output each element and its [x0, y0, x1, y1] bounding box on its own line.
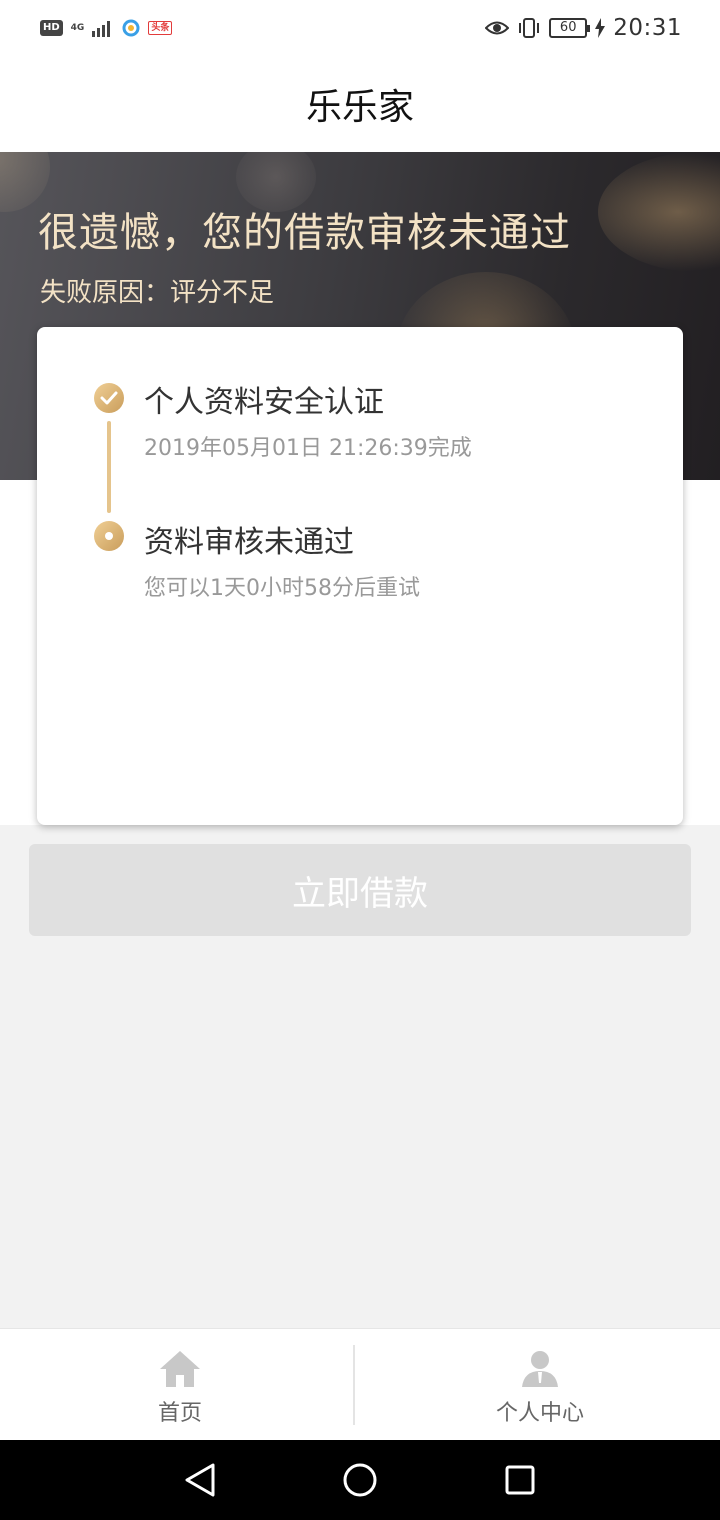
- person-icon: [522, 1351, 558, 1387]
- signal-icon: [92, 21, 111, 37]
- app-screen: HD 4G 头条 60 20:31 乐乐家 很遗憾，您的借款审核未通过 失败原因…: [0, 0, 720, 1520]
- status-bar: HD 4G 头条 60 20:31: [0, 0, 720, 56]
- bottom-tab-bar: 首页 个人中心: [0, 1328, 720, 1440]
- back-triangle-icon: [185, 1463, 215, 1497]
- progress-card: 个人资料安全认证 2019年05月01日 21:26:39完成 资料审核未通过 …: [37, 327, 683, 825]
- system-nav-bar: [0, 1440, 720, 1520]
- failure-reason: 失败原因：评分不足: [40, 278, 275, 308]
- status-left: HD 4G 头条: [40, 19, 173, 37]
- news-app-icon: 头条: [148, 21, 173, 35]
- browser-app-icon: [122, 19, 140, 37]
- battery-indicator: 60: [549, 18, 591, 38]
- step-connector: [107, 421, 111, 513]
- vibrate-icon: [519, 18, 540, 38]
- recents-square-icon: [505, 1465, 535, 1495]
- borrow-now-button[interactable]: 立即借款: [29, 844, 691, 936]
- home-circle-icon: [343, 1463, 377, 1497]
- tab-home[interactable]: 首页: [0, 1329, 360, 1440]
- tab-label: 个人中心: [495, 1401, 584, 1426]
- home-icon: [160, 1351, 200, 1387]
- hd-badge: HD: [40, 20, 63, 36]
- step-title: 个人资料安全认证: [144, 385, 384, 420]
- result-title: 很遗憾，您的借款审核未通过: [38, 210, 571, 256]
- clock: 20:31: [613, 15, 682, 41]
- tab-label: 首页: [157, 1401, 202, 1426]
- step-detail: 2019年05月01日 21:26:39完成: [144, 436, 472, 461]
- tab-divider: [353, 1345, 355, 1425]
- recents-button[interactable]: [490, 1450, 550, 1510]
- app-header: 乐乐家: [0, 56, 720, 152]
- network-type: 4G: [70, 22, 85, 33]
- eye-icon: [485, 21, 510, 35]
- tab-profile[interactable]: 个人中心: [360, 1329, 720, 1440]
- charging-icon: [595, 18, 606, 38]
- step-detail: 您可以1天0小时58分后重试: [144, 576, 420, 601]
- current-step-icon: [94, 521, 124, 551]
- back-button[interactable]: [170, 1450, 230, 1510]
- status-right: 60 20:31: [485, 15, 682, 41]
- page-title: 乐乐家: [305, 87, 414, 128]
- step-title: 资料审核未通过: [144, 525, 354, 560]
- check-icon: [94, 383, 124, 413]
- home-nav-button[interactable]: [330, 1450, 390, 1510]
- banner-decoration: [598, 152, 720, 272]
